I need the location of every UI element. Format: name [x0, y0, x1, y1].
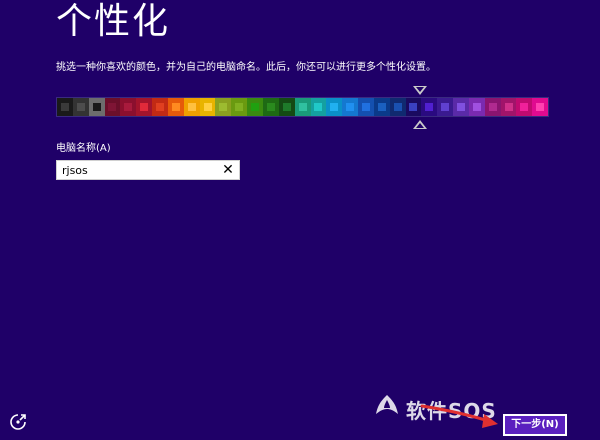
- color-swatch-accent: [92, 103, 101, 111]
- color-swatch-accent: [346, 103, 355, 111]
- computer-name-field-box: ✕: [56, 160, 240, 180]
- color-swatch-accent: [298, 103, 307, 111]
- color-swatch-accent: [124, 103, 133, 111]
- color-swatch-accent: [472, 103, 481, 111]
- color-picker-strip[interactable]: [56, 97, 549, 117]
- color-swatch[interactable]: [120, 98, 137, 116]
- color-swatch[interactable]: [421, 98, 438, 116]
- color-swatch-accent: [536, 103, 545, 111]
- color-swatch-accent: [251, 103, 260, 111]
- color-swatch-accent: [266, 103, 275, 111]
- color-swatch[interactable]: [294, 98, 311, 116]
- color-swatch-accent: [409, 103, 418, 111]
- color-swatch[interactable]: [57, 98, 73, 116]
- color-swatch-accent: [393, 103, 402, 111]
- color-swatch-accent: [361, 103, 370, 111]
- color-swatch[interactable]: [310, 98, 327, 116]
- color-swatch-accent: [235, 103, 244, 111]
- color-swatch[interactable]: [278, 98, 295, 116]
- color-swatch-accent: [60, 103, 69, 111]
- color-swatch-accent: [108, 103, 117, 111]
- color-swatch-accent: [377, 103, 386, 111]
- color-swatch[interactable]: [484, 98, 501, 116]
- color-swatch[interactable]: [437, 98, 454, 116]
- color-swatch-selected[interactable]: [405, 98, 422, 116]
- page-title: 个性化: [56, 1, 171, 42]
- color-swatch[interactable]: [199, 98, 216, 116]
- computer-name-input[interactable]: [57, 161, 217, 179]
- color-swatch-accent: [187, 103, 196, 111]
- color-swatch-accent: [203, 103, 212, 111]
- color-swatch-accent: [76, 103, 85, 111]
- color-swatch[interactable]: [262, 98, 279, 116]
- selected-color-marker-top: [413, 86, 427, 95]
- color-swatch[interactable]: [231, 98, 248, 116]
- color-swatch[interactable]: [326, 98, 343, 116]
- color-swatch-accent: [171, 103, 180, 111]
- color-swatch[interactable]: [167, 98, 184, 116]
- watermark-logo-icon: [376, 395, 398, 414]
- color-swatch-accent: [457, 103, 466, 111]
- color-swatch[interactable]: [373, 98, 390, 116]
- pointer-arrow-icon: [420, 404, 498, 428]
- color-swatch-accent: [504, 103, 513, 111]
- color-swatch-accent: [219, 103, 228, 111]
- color-swatch[interactable]: [358, 98, 374, 116]
- color-swatch[interactable]: [183, 98, 200, 116]
- color-swatch[interactable]: [468, 98, 485, 116]
- computer-name-label: 电脑名称(A): [56, 143, 111, 154]
- color-swatch-accent: [330, 103, 339, 111]
- page-description: 挑选一种你喜欢的颜色，并为自己的电脑命名。此后，你还可以进行更多个性化设置。: [56, 62, 436, 73]
- color-swatch[interactable]: [104, 98, 121, 116]
- color-swatch[interactable]: [500, 98, 517, 116]
- color-swatch[interactable]: [516, 98, 533, 116]
- color-swatch[interactable]: [453, 98, 469, 116]
- color-swatch[interactable]: [247, 98, 263, 116]
- color-swatch-accent: [441, 103, 450, 111]
- color-swatch-accent: [488, 103, 497, 111]
- color-swatch-accent: [314, 103, 323, 111]
- color-swatch[interactable]: [532, 98, 549, 116]
- clear-input-button[interactable]: ✕: [220, 161, 236, 179]
- color-swatch[interactable]: [72, 98, 89, 116]
- color-swatch[interactable]: [136, 98, 153, 116]
- ease-of-access-icon[interactable]: [10, 414, 26, 430]
- color-swatch[interactable]: [215, 98, 232, 116]
- color-swatch-accent: [425, 103, 434, 111]
- color-swatch[interactable]: [152, 98, 168, 116]
- color-swatch-accent: [140, 103, 149, 111]
- color-swatch-accent: [520, 103, 529, 111]
- color-swatch[interactable]: [389, 98, 406, 116]
- color-swatch-accent: [155, 103, 164, 111]
- selected-color-marker-bottom: [413, 120, 427, 129]
- color-swatch[interactable]: [88, 98, 105, 116]
- color-swatch-accent: [282, 103, 291, 111]
- next-button[interactable]: 下一步(N): [503, 414, 567, 436]
- color-swatch[interactable]: [342, 98, 359, 116]
